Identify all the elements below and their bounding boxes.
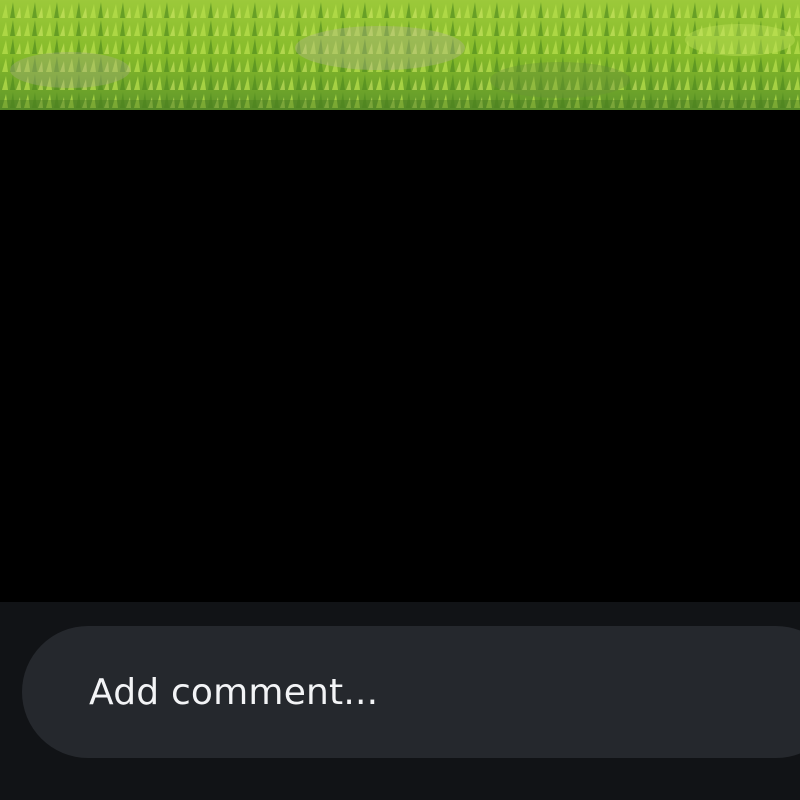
comment-placeholder: Add comment...	[89, 671, 379, 713]
post-image[interactable]	[0, 0, 800, 110]
screen: Add comment...	[0, 0, 800, 800]
comment-bar: Add comment...	[0, 602, 800, 800]
media-viewer-area	[0, 110, 800, 602]
comment-input[interactable]: Add comment...	[22, 626, 800, 758]
grass-photo-icon	[0, 0, 800, 110]
